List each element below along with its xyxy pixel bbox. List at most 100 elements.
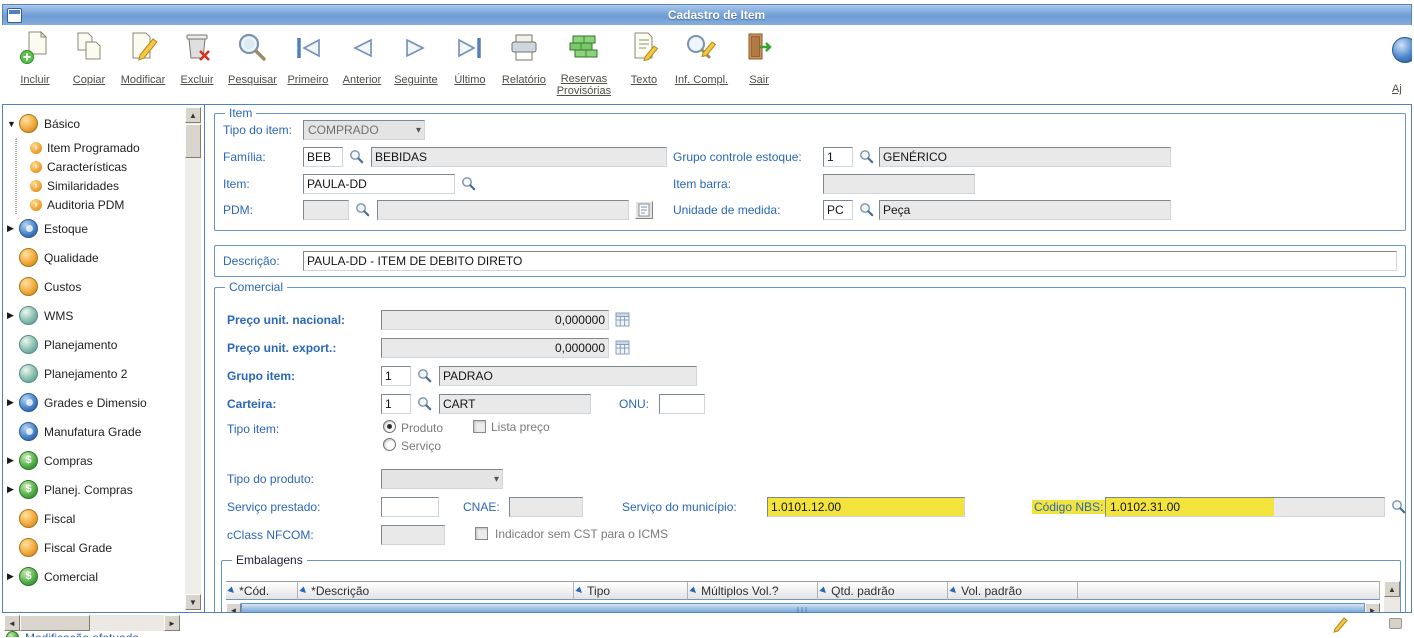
estoque-icon bbox=[19, 219, 38, 238]
toolbar-sair-button[interactable]: Sair bbox=[732, 30, 786, 88]
column-header-multiplos-vol[interactable]: Múltiplos Vol.? bbox=[688, 581, 818, 600]
scroll-down-icon[interactable] bbox=[185, 594, 201, 610]
codigo-nbs-lookup-icon[interactable] bbox=[1391, 499, 1406, 514]
toolbar-relatorio-button[interactable]: Relatório bbox=[497, 30, 551, 88]
expander-closed-icon[interactable] bbox=[7, 484, 19, 495]
tipo-do-item-select[interactable]: COMPRADO bbox=[303, 120, 425, 140]
sidebar-item-caracteristicas[interactable]: Características bbox=[17, 157, 204, 176]
toolbar-incluir-button[interactable]: Incluir bbox=[8, 30, 62, 88]
cnae-field bbox=[509, 497, 583, 517]
tipo-produto-select[interactable] bbox=[381, 469, 503, 489]
column-header-qtd-padrao[interactable]: Qtd. padrão bbox=[818, 581, 948, 600]
toolbar-excluir-button[interactable]: Excluir bbox=[170, 30, 224, 88]
sidebar-item-planej-compras[interactable]: Planej. Compras bbox=[3, 475, 182, 504]
cclass-nfcom-field[interactable] bbox=[381, 525, 445, 545]
toolbar-inf-compl-button[interactable]: Inf. Compl. bbox=[671, 30, 732, 88]
expander-closed-icon[interactable] bbox=[7, 455, 19, 466]
scroll-up-icon[interactable] bbox=[185, 107, 201, 123]
sidebar-item-custos[interactable]: Custos bbox=[3, 272, 182, 301]
column-header-descricao[interactable]: *Descrição bbox=[298, 581, 574, 600]
servico-radio[interactable] bbox=[383, 438, 396, 451]
onu-input[interactable] bbox=[659, 394, 705, 414]
unidade-lookup-icon[interactable] bbox=[859, 202, 874, 217]
item-code-input[interactable] bbox=[303, 174, 455, 194]
table-scroll-right-icon[interactable] bbox=[1365, 603, 1380, 612]
column-header-tipo[interactable]: Tipo bbox=[574, 581, 688, 600]
unidade-code-input[interactable] bbox=[823, 200, 853, 220]
window-icon[interactable] bbox=[7, 7, 22, 23]
grupo-controle-lookup-icon[interactable] bbox=[859, 149, 874, 164]
sidebar-item-fiscal[interactable]: Fiscal bbox=[3, 504, 182, 533]
column-header-cod[interactable]: *Cód. bbox=[226, 581, 298, 600]
toolbar-label: Texto bbox=[630, 74, 658, 86]
sidebar-item-wms[interactable]: WMS bbox=[3, 301, 182, 330]
sidebar-item-planejamento-2[interactable]: Planejamento 2 bbox=[3, 359, 182, 388]
produto-radio[interactable] bbox=[383, 420, 396, 433]
pdm-detail-button[interactable] bbox=[635, 201, 653, 219]
indicador-cst-checkbox[interactable] bbox=[475, 527, 488, 540]
grupo-item-lookup-icon[interactable] bbox=[417, 368, 432, 383]
toolbar-ultimo-button[interactable]: Último bbox=[443, 30, 497, 88]
toolbar-reservas-button[interactable]: Reservas Provisórias bbox=[551, 30, 617, 99]
titlebar[interactable]: Cadastro de Item bbox=[2, 4, 1412, 25]
servico-prestado-input[interactable] bbox=[381, 497, 439, 517]
expander-open-icon[interactable] bbox=[7, 119, 19, 129]
toolbar-modificar-button[interactable]: Modificar bbox=[116, 30, 170, 88]
sort-icon bbox=[575, 585, 586, 596]
codigo-nbs-field[interactable]: 1.0102.31.00 bbox=[1105, 497, 1385, 517]
table-scroll-thumb[interactable] bbox=[241, 603, 1365, 612]
table-scroll-up-icon[interactable] bbox=[1384, 581, 1400, 597]
grupo-item-label: Grupo item: bbox=[227, 369, 295, 383]
descricao-label: Descrição: bbox=[223, 254, 280, 268]
sidebar-item-basico[interactable]: Básico bbox=[3, 109, 182, 138]
carteira-lookup-icon[interactable] bbox=[417, 396, 432, 411]
custos-icon bbox=[19, 277, 38, 296]
toolbar-anterior-button[interactable]: Anterior bbox=[335, 30, 389, 88]
sidebar-item-grades-e-dimensio[interactable]: Grades e Dimensio bbox=[3, 388, 182, 417]
toolbar-pesquisar-button[interactable]: Pesquisar bbox=[224, 30, 281, 88]
sidebar-item-item-programado[interactable]: Item Programado bbox=[17, 138, 204, 157]
preco-export-field[interactable] bbox=[381, 338, 609, 358]
table-horizontal-scrollbar[interactable] bbox=[226, 603, 1380, 612]
sidebar-item-qualidade[interactable]: Qualidade bbox=[3, 243, 182, 272]
pdm-lookup-icon[interactable] bbox=[355, 202, 370, 217]
sidebar-item-fiscal-grade[interactable]: Fiscal Grade bbox=[3, 533, 182, 562]
preco-export-calculator-icon[interactable] bbox=[615, 340, 631, 356]
toolbar-texto-button[interactable]: Texto bbox=[617, 30, 671, 88]
toolbar-primeiro-button[interactable]: Primeiro bbox=[281, 30, 335, 88]
grupo-item-code-input[interactable] bbox=[381, 366, 411, 386]
item-lookup-icon[interactable] bbox=[461, 176, 476, 191]
servico-municipio-input[interactable] bbox=[767, 497, 965, 517]
expander-closed-icon[interactable] bbox=[7, 397, 19, 408]
table-vertical-scrollbar[interactable] bbox=[1384, 581, 1400, 612]
tree-scroll-thumb[interactable] bbox=[185, 124, 201, 158]
table-scroll-left-icon[interactable] bbox=[226, 603, 241, 612]
resize-grip[interactable] bbox=[1389, 618, 1402, 629]
column-header-vol-padrao[interactable]: Vol. padrão bbox=[948, 581, 1078, 600]
preco-nacional-calculator-icon[interactable] bbox=[615, 312, 631, 328]
expander-closed-icon[interactable] bbox=[7, 310, 19, 321]
qualidade-icon bbox=[19, 248, 38, 267]
grupo-controle-code-input[interactable] bbox=[823, 147, 853, 167]
tree-vertical-scrollbar[interactable] bbox=[185, 107, 201, 610]
toolbar-copiar-button[interactable]: Copiar bbox=[62, 30, 116, 88]
sidebar-item-comercial[interactable]: Comercial bbox=[3, 562, 182, 591]
toolbar-ajuda-button[interactable]: Aj bbox=[1392, 37, 1412, 101]
lista-preco-checkbox[interactable] bbox=[473, 420, 486, 433]
sidebar-item-estoque[interactable]: Estoque bbox=[3, 214, 182, 243]
familia-lookup-icon[interactable] bbox=[349, 149, 364, 164]
familia-code-input[interactable] bbox=[303, 147, 343, 167]
sidebar-item-similaridades[interactable]: Similaridades bbox=[17, 176, 204, 195]
sidebar-item-manufatura-grade[interactable]: Manufatura Grade bbox=[3, 417, 182, 446]
sidebar-item-planejamento[interactable]: Planejamento bbox=[3, 330, 182, 359]
expander-closed-icon[interactable] bbox=[7, 571, 19, 582]
sidebar-item-label: Estoque bbox=[44, 221, 89, 236]
form-panel: Item Tipo do item: COMPRADO Família: Gru… bbox=[206, 105, 1411, 612]
carteira-code-input[interactable] bbox=[381, 394, 411, 414]
preco-nacional-field[interactable] bbox=[381, 310, 609, 330]
sidebar-item-auditoria-pdm[interactable]: Auditoria PDM bbox=[17, 195, 204, 214]
descricao-input[interactable] bbox=[303, 251, 1397, 271]
sidebar-item-compras[interactable]: Compras bbox=[3, 446, 182, 475]
toolbar-seguinte-button[interactable]: Seguinte bbox=[389, 30, 443, 88]
expander-closed-icon[interactable] bbox=[7, 223, 19, 234]
